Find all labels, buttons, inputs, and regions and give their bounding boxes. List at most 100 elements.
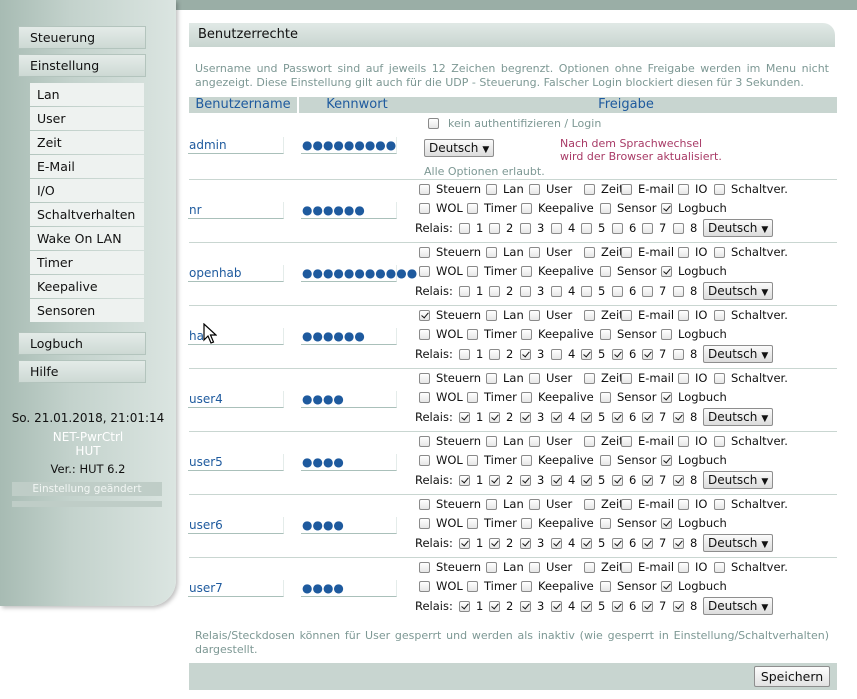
relay-1-checkbox[interactable] (459, 348, 470, 360)
relay-5-checkbox[interactable] (581, 348, 592, 360)
perm-sensor-checkbox[interactable] (600, 202, 611, 214)
submenu-item-wake-on-lan[interactable]: Wake On LAN (30, 227, 144, 250)
relay-2-checkbox[interactable] (489, 348, 500, 360)
perm-logbuch-checkbox[interactable] (661, 517, 672, 529)
perm-keepalive-checkbox[interactable] (521, 328, 532, 340)
language-select[interactable]: Deutsch ▼ (703, 219, 774, 237)
password-field[interactable]: ●●●● (301, 517, 397, 534)
relay-2-checkbox[interactable] (489, 474, 500, 486)
relay-3-checkbox[interactable] (520, 411, 531, 423)
perm-timer-checkbox[interactable] (467, 202, 478, 214)
submenu-item-sensoren[interactable]: Sensoren (30, 299, 144, 322)
perm-email-checkbox[interactable] (621, 183, 632, 195)
admin-password-field[interactable]: ●●●●●●●●● (301, 137, 397, 154)
relay-1-checkbox[interactable] (459, 285, 470, 297)
save-button[interactable]: Speichern (754, 666, 830, 687)
perm-io-checkbox[interactable] (678, 372, 689, 384)
perm-sensor-checkbox[interactable] (600, 328, 611, 340)
relay-6-checkbox[interactable] (612, 474, 623, 486)
perm-user-checkbox[interactable] (529, 372, 540, 384)
perm-user-checkbox[interactable] (529, 498, 540, 510)
relay-8-checkbox[interactable] (673, 474, 684, 486)
perm-sensor-checkbox[interactable] (600, 580, 611, 592)
relay-3-checkbox[interactable] (520, 285, 531, 297)
submenu-item-timer[interactable]: Timer (30, 251, 144, 274)
submenu-item-io[interactable]: I/O (30, 179, 144, 202)
relay-5-checkbox[interactable] (581, 537, 592, 549)
perm-schalt-checkbox[interactable] (714, 372, 725, 384)
submenu-item-schaltverhalten[interactable]: Schaltverhalten (30, 203, 144, 226)
relay-5-checkbox[interactable] (581, 474, 592, 486)
perm-keepalive-checkbox[interactable] (521, 202, 532, 214)
perm-lan-checkbox[interactable] (486, 435, 497, 447)
relay-6-checkbox[interactable] (612, 222, 623, 234)
perm-timer-checkbox[interactable] (467, 265, 478, 277)
relay-4-checkbox[interactable] (551, 474, 562, 486)
relay-4-checkbox[interactable] (551, 537, 562, 549)
password-field[interactable]: ●●●●●●●●●●● (301, 265, 417, 282)
password-field[interactable]: ●●●● (301, 580, 397, 597)
relay-2-checkbox[interactable] (489, 537, 500, 549)
perm-zeit-checkbox[interactable] (584, 183, 595, 195)
perm-lan-checkbox[interactable] (486, 246, 497, 258)
password-field[interactable]: ●●●●●● (301, 202, 397, 219)
perm-user-checkbox[interactable] (529, 183, 540, 195)
perm-steuern-checkbox[interactable] (419, 372, 430, 384)
perm-timer-checkbox[interactable] (467, 454, 478, 466)
no-auth-checkbox[interactable] (428, 118, 439, 129)
relay-3-checkbox[interactable] (520, 600, 531, 612)
perm-user-checkbox[interactable] (529, 309, 540, 321)
perm-io-checkbox[interactable] (678, 498, 689, 510)
perm-zeit-checkbox[interactable] (584, 498, 595, 510)
perm-sensor-checkbox[interactable] (600, 391, 611, 403)
perm-keepalive-checkbox[interactable] (521, 391, 532, 403)
username-field[interactable]: user7 (188, 580, 284, 597)
relay-6-checkbox[interactable] (612, 537, 623, 549)
perm-email-checkbox[interactable] (621, 498, 632, 510)
relay-1-checkbox[interactable] (459, 600, 470, 612)
relay-4-checkbox[interactable] (551, 600, 562, 612)
perm-steuern-checkbox[interactable] (419, 183, 430, 195)
perm-steuern-checkbox[interactable] (419, 435, 430, 447)
relay-7-checkbox[interactable] (642, 285, 653, 297)
relay-1-checkbox[interactable] (459, 537, 470, 549)
perm-wol-checkbox[interactable] (419, 328, 430, 340)
relay-6-checkbox[interactable] (612, 600, 623, 612)
relay-5-checkbox[interactable] (581, 285, 592, 297)
perm-logbuch-checkbox[interactable] (661, 328, 672, 340)
username-field[interactable]: user6 (188, 517, 284, 534)
relay-7-checkbox[interactable] (642, 222, 653, 234)
relay-8-checkbox[interactable] (673, 348, 684, 360)
perm-timer-checkbox[interactable] (467, 328, 478, 340)
menu-einstellung[interactable]: Einstellung (18, 54, 146, 77)
perm-zeit-checkbox[interactable] (584, 246, 595, 258)
perm-schalt-checkbox[interactable] (714, 246, 725, 258)
perm-schalt-checkbox[interactable] (714, 498, 725, 510)
perm-io-checkbox[interactable] (678, 183, 689, 195)
password-field[interactable]: ●●●●●● (301, 328, 397, 345)
relay-6-checkbox[interactable] (612, 348, 623, 360)
perm-lan-checkbox[interactable] (486, 183, 497, 195)
relay-2-checkbox[interactable] (489, 285, 500, 297)
perm-io-checkbox[interactable] (678, 309, 689, 321)
language-select[interactable]: Deutsch ▼ (703, 408, 774, 426)
relay-3-checkbox[interactable] (520, 474, 531, 486)
perm-logbuch-checkbox[interactable] (661, 391, 672, 403)
username-field[interactable]: openhab (188, 265, 284, 282)
perm-email-checkbox[interactable] (621, 435, 632, 447)
admin-language-select[interactable]: Deutsch ▼ (424, 139, 495, 157)
perm-email-checkbox[interactable] (621, 246, 632, 258)
perm-zeit-checkbox[interactable] (584, 435, 595, 447)
perm-wol-checkbox[interactable] (419, 454, 430, 466)
perm-lan-checkbox[interactable] (486, 372, 497, 384)
perm-timer-checkbox[interactable] (467, 580, 478, 592)
menu-steuerung[interactable]: Steuerung (18, 26, 146, 49)
perm-email-checkbox[interactable] (621, 561, 632, 573)
perm-zeit-checkbox[interactable] (584, 372, 595, 384)
relay-5-checkbox[interactable] (581, 600, 592, 612)
password-field[interactable]: ●●●● (301, 391, 397, 408)
perm-wol-checkbox[interactable] (419, 202, 430, 214)
perm-sensor-checkbox[interactable] (600, 454, 611, 466)
perm-keepalive-checkbox[interactable] (521, 454, 532, 466)
submenu-item-zeit[interactable]: Zeit (30, 131, 144, 154)
